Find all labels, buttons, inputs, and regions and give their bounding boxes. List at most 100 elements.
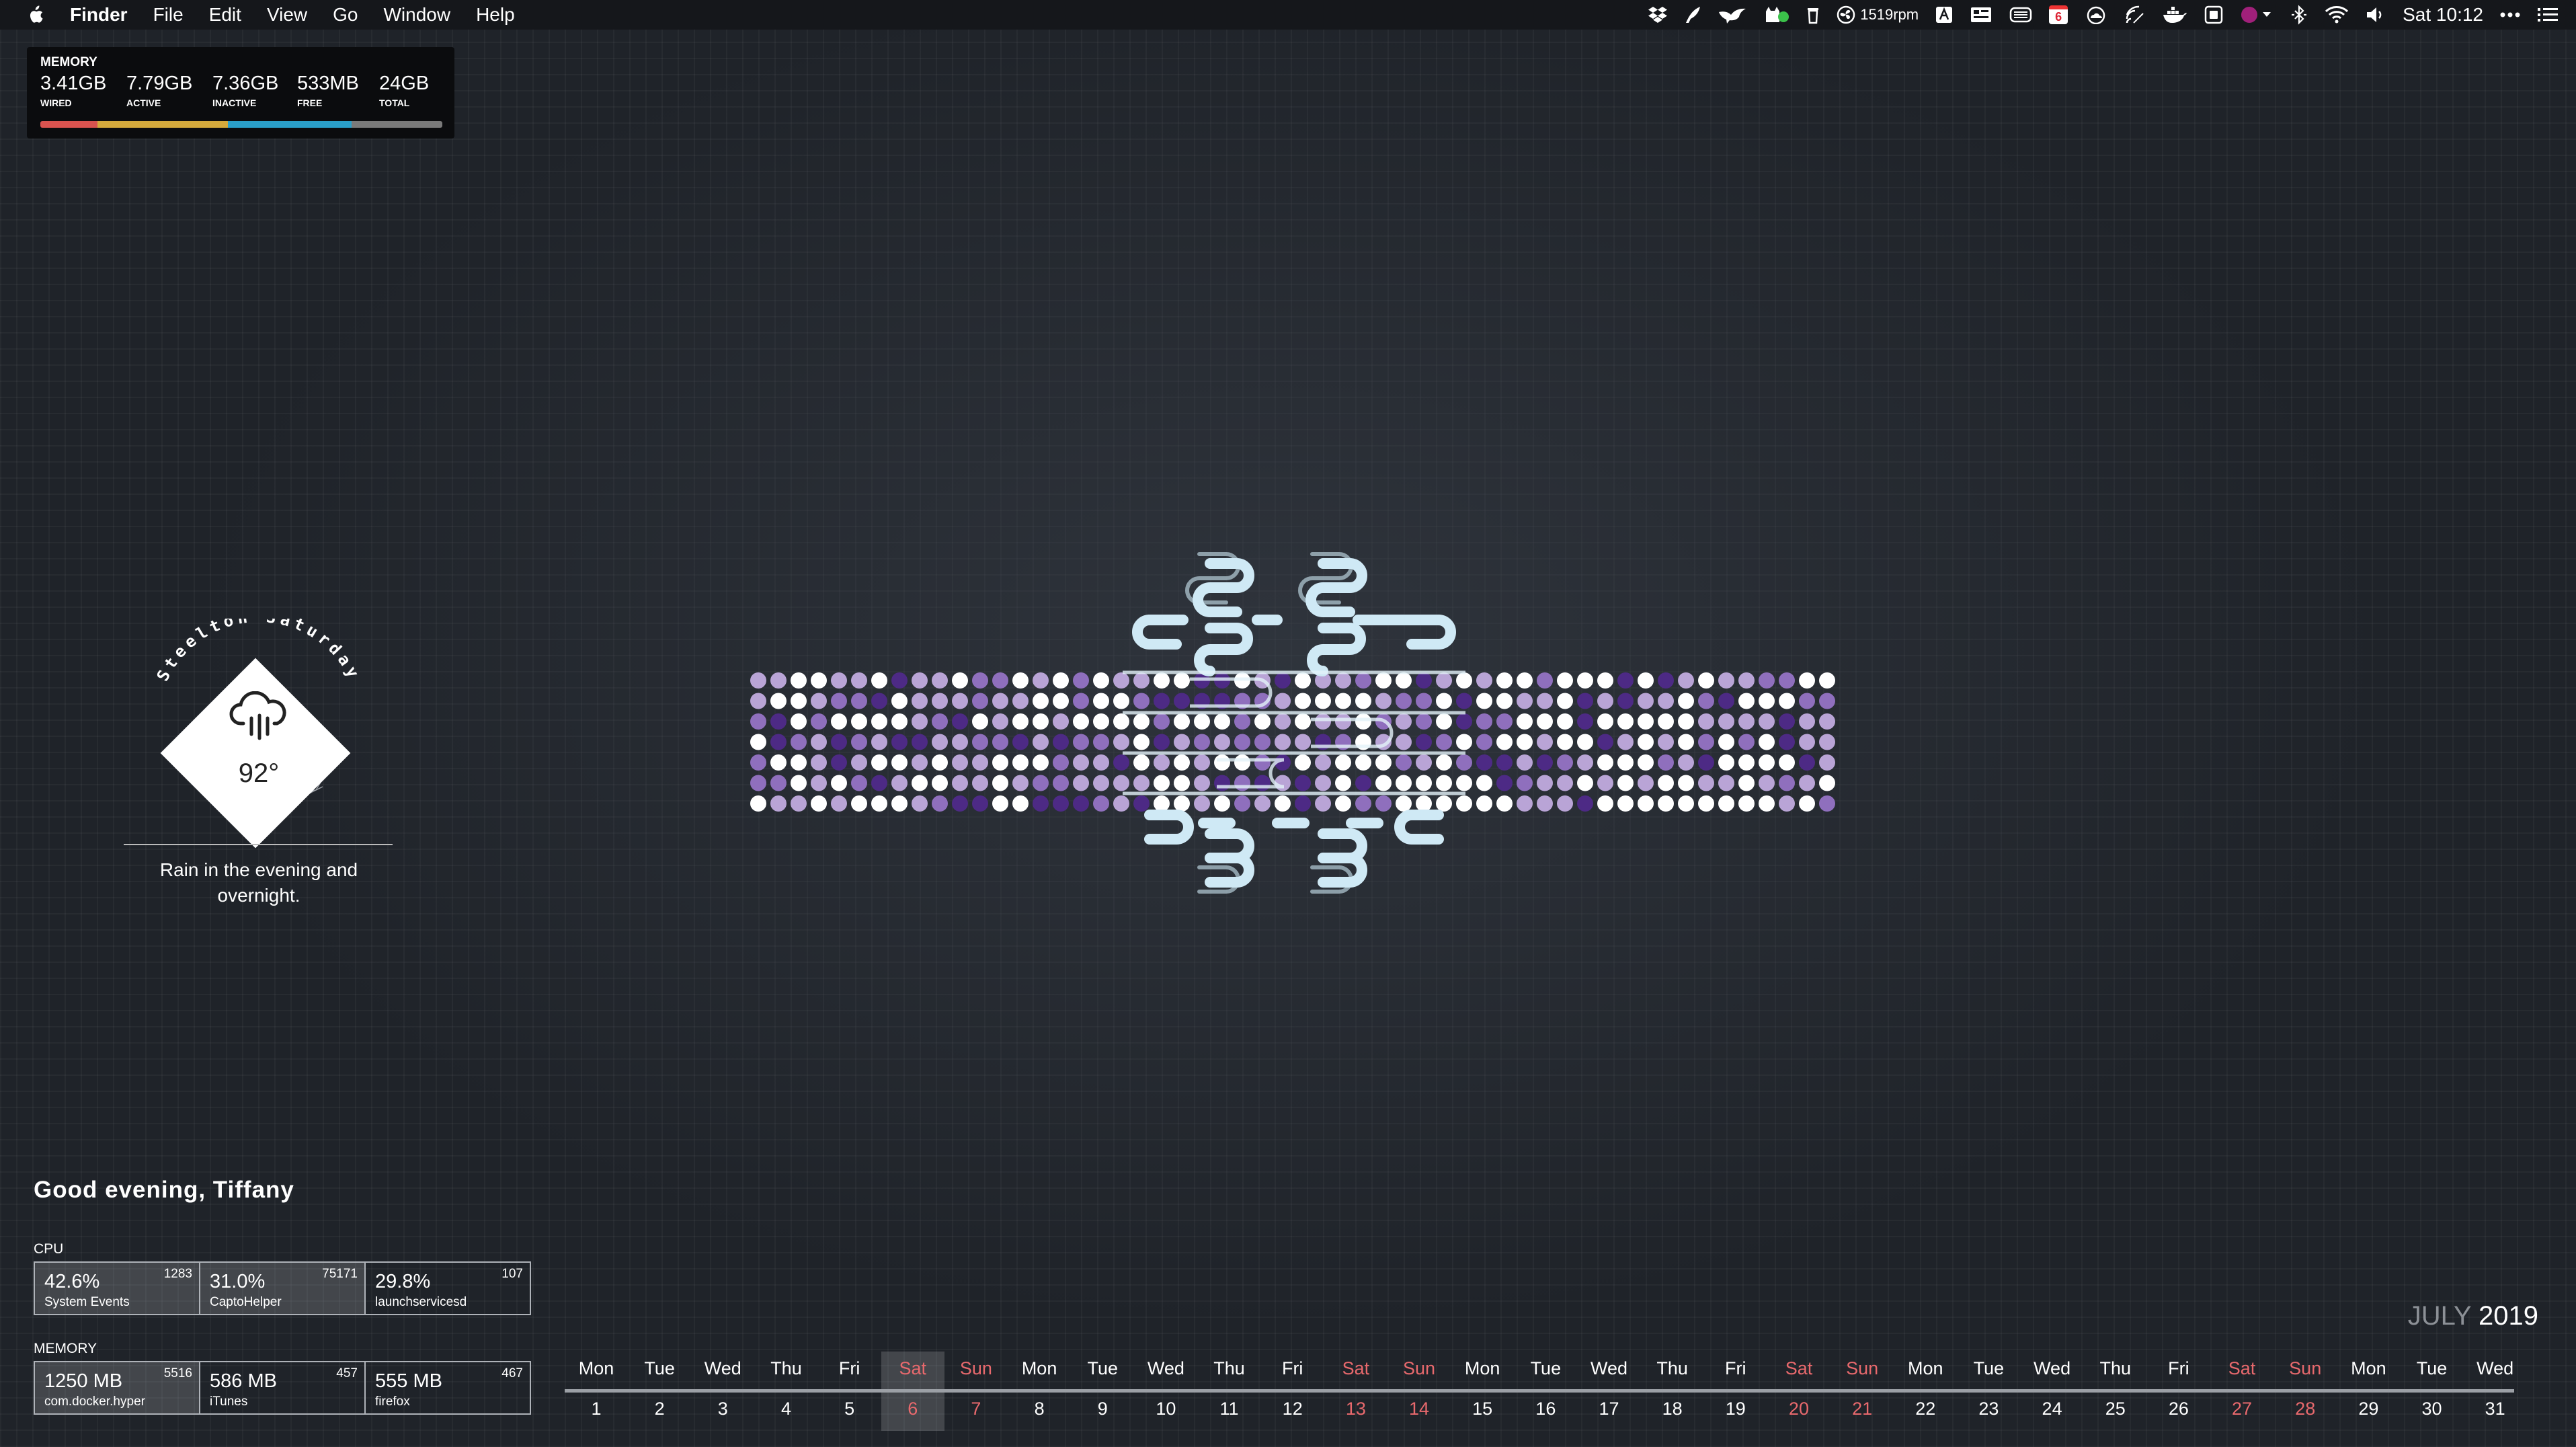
- grid-dot: [1496, 775, 1513, 791]
- grid-dot: [1053, 672, 1069, 689]
- grid-dot: [952, 754, 968, 771]
- day-name: Wed: [2477, 1358, 2514, 1378]
- grid-dot: [1133, 693, 1150, 709]
- grid-dot: [831, 713, 847, 730]
- grid-dot: [1375, 775, 1392, 791]
- grid-dot: [1335, 775, 1351, 791]
- grid-dot: [770, 734, 787, 750]
- wifi-signal-icon[interactable]: [2124, 4, 2146, 26]
- grid-dot: [1174, 693, 1190, 709]
- window-icon[interactable]: [2204, 4, 2224, 26]
- memory-label: TOTAL: [379, 97, 410, 108]
- wifi-icon[interactable]: [2325, 4, 2349, 26]
- grid-dot: [1577, 693, 1593, 709]
- dropbox-icon[interactable]: [1648, 4, 1668, 26]
- memory-label: ACTIVE: [126, 97, 161, 108]
- grid-dot: [1113, 795, 1129, 812]
- day-name: Wed: [2034, 1358, 2071, 1378]
- grid-dot: [851, 693, 867, 709]
- menu-view[interactable]: View: [267, 4, 307, 26]
- trash-icon[interactable]: [1806, 4, 1820, 26]
- grid-dot: [1093, 734, 1109, 750]
- grid-dot: [1416, 672, 1432, 689]
- disk-icon[interactable]: [2009, 4, 2033, 26]
- grid-dot: [1738, 672, 1755, 689]
- grid-dot: [1113, 734, 1129, 750]
- cat-icon[interactable]: [1763, 4, 1790, 26]
- clock[interactable]: Sat 10:12: [2403, 4, 2483, 26]
- grid-dot: [1577, 672, 1593, 689]
- cloud-icon[interactable]: [2084, 4, 2108, 26]
- grid-dot: [1557, 754, 1573, 771]
- apple-menu-icon[interactable]: [26, 5, 44, 25]
- grid-dot: [1799, 775, 1815, 791]
- grid-dot: [1073, 795, 1089, 812]
- grid-dot: [1375, 693, 1392, 709]
- app-name[interactable]: Finder: [70, 4, 128, 26]
- grid-dot: [1234, 713, 1250, 730]
- record-icon[interactable]: [2240, 4, 2273, 26]
- day-name: Sun: [1402, 1358, 1436, 1378]
- grid-dot: [1396, 775, 1412, 791]
- day-name: Mon: [578, 1358, 614, 1378]
- day-name: Sun: [1846, 1358, 1879, 1378]
- grid-dot: [1597, 734, 1613, 750]
- menu-edit[interactable]: Edit: [209, 4, 241, 26]
- calendar-strip: Mon 1 Tue 2 Wed 3 Thu 4 Fri 5 Sat 6 Sun 7 Mon 8 Tue 9 Wed 1…: [565, 1352, 2514, 1431]
- grid-dot: [1073, 693, 1089, 709]
- process-value: 31.0%: [210, 1271, 266, 1292]
- grid-dot: [1436, 795, 1452, 812]
- menu-file[interactable]: File: [153, 4, 184, 26]
- memory-process-list: 1250 MB com.docker.hyper 5516 586 MB iTu…: [34, 1361, 531, 1415]
- grid-dot: [1174, 775, 1190, 791]
- keyboard-icon[interactable]: [1970, 4, 1993, 26]
- day-number: 31: [2485, 1399, 2505, 1419]
- cpu-process[interactable]: 31.0% CaptoHelper 75171: [200, 1263, 366, 1314]
- grid-dot: [912, 713, 928, 730]
- list-icon[interactable]: [2537, 4, 2559, 26]
- text-icon[interactable]: [1935, 4, 1954, 26]
- menu-window[interactable]: Window: [383, 4, 450, 26]
- menu-help[interactable]: Help: [476, 4, 515, 26]
- grid-dot: [1295, 795, 1311, 812]
- more-icon[interactable]: [2499, 4, 2521, 26]
- grid-dot: [1295, 734, 1311, 750]
- cpu-process[interactable]: 42.6% System Events 1283: [35, 1263, 200, 1314]
- docker-icon[interactable]: [2162, 4, 2187, 26]
- volume-icon[interactable]: [2365, 4, 2386, 26]
- grid-dot: [1799, 734, 1815, 750]
- rain-cloud-icon: [229, 691, 286, 740]
- grid-dot: [1617, 734, 1634, 750]
- bird-icon[interactable]: [1718, 4, 1747, 26]
- grid-dot: [1416, 693, 1432, 709]
- grid-dot: [1295, 693, 1311, 709]
- menu-go[interactable]: Go: [333, 4, 358, 26]
- day-name: Tue: [1530, 1358, 1562, 1378]
- grid-dot: [871, 672, 887, 689]
- grid-dot: [1819, 693, 1835, 709]
- grid-dot: [1678, 775, 1694, 791]
- memory-process[interactable]: 555 MB firefox 467: [366, 1362, 530, 1413]
- grid-dot: [1335, 754, 1351, 771]
- fan-icon[interactable]: [1836, 4, 1856, 26]
- bluetooth-icon[interactable]: [2290, 4, 2308, 26]
- grid-dot: [1537, 713, 1553, 730]
- grid-dot: [811, 795, 827, 812]
- memory-process[interactable]: 1250 MB com.docker.hyper 5516: [35, 1362, 200, 1413]
- feather-icon[interactable]: [1684, 4, 1701, 26]
- grid-dot: [1738, 754, 1755, 771]
- calendar-icon[interactable]: 6: [2049, 4, 2068, 26]
- fan-speed[interactable]: 1519rpm: [1860, 6, 1919, 24]
- process-name: CaptoHelper: [210, 1295, 282, 1309]
- grid-dot: [1194, 713, 1210, 730]
- grid-dot: [1718, 693, 1734, 709]
- cpu-process[interactable]: 29.8% launchservicesd 107: [366, 1263, 530, 1314]
- grid-dot: [1113, 713, 1129, 730]
- memory-usage-bar: [40, 121, 442, 128]
- memory-process[interactable]: 586 MB iTunes 457: [200, 1362, 366, 1413]
- grid-dot: [1073, 734, 1089, 750]
- grid-dot: [952, 693, 968, 709]
- grid-dot: [1577, 734, 1593, 750]
- process-name: launchservicesd: [375, 1295, 467, 1309]
- grid-dot: [912, 672, 928, 689]
